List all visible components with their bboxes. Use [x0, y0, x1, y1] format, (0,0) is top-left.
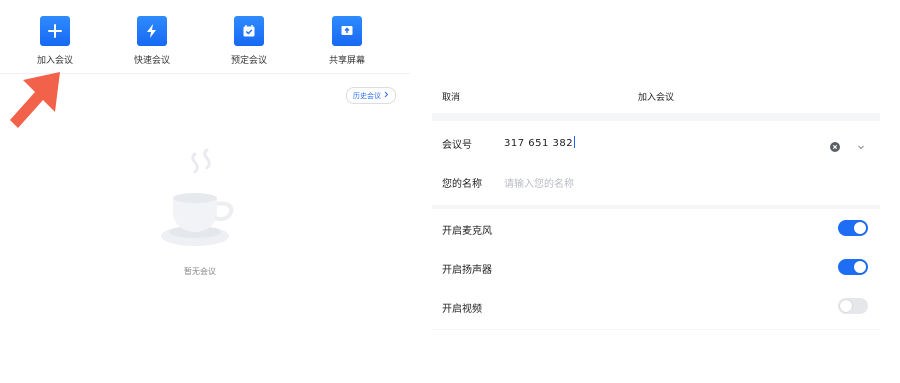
share-screen-button[interactable]: 共享屏幕 — [317, 16, 377, 66]
schedule-meeting-button[interactable]: 预定会议 — [219, 16, 279, 66]
coffee-cup-icon — [155, 148, 245, 262]
display-name-label: 您的名称 — [442, 179, 482, 190]
display-name-input[interactable]: 请输入您的名称 — [504, 175, 574, 190]
toggle-knob — [854, 222, 866, 234]
toggle-row-microphone: 开启麦克风 — [432, 209, 880, 247]
meeting-id-row: 会议号 317 651 382 — [432, 123, 880, 161]
media-options-card: 开启麦克风 开启扬声器 开启视频 — [432, 209, 880, 329]
chevron-down-icon[interactable] — [856, 137, 866, 150]
panel-header: 加入会议 取消 — [432, 77, 880, 113]
meeting-id-input[interactable]: 317 651 382 — [504, 136, 576, 149]
calendar-check-icon — [234, 16, 264, 46]
join-meeting-label: 加入会议 — [36, 56, 73, 66]
video-toggle-label: 开启视频 — [442, 304, 482, 315]
panel-title: 加入会议 — [637, 93, 674, 103]
clear-icon[interactable] — [830, 137, 840, 152]
quick-meeting-button[interactable]: 快速会议 — [122, 16, 182, 66]
empty-state-text: 暂无会议 — [184, 267, 216, 276]
video-toggle[interactable] — [838, 298, 868, 314]
action-toolbar: 加入会议 快速会议 预定会议 共享屏幕 — [0, 0, 410, 72]
toggle-knob — [854, 261, 866, 273]
meeting-id-label: 会议号 — [442, 140, 472, 151]
history-meetings-label: 历史会议 — [353, 91, 381, 100]
display-name-row: 您的名称 请输入您的名称 — [432, 162, 880, 200]
share-screen-icon — [332, 16, 362, 46]
share-screen-label: 共享屏幕 — [328, 56, 365, 66]
microphone-toggle[interactable] — [838, 220, 868, 236]
toggle-row-speaker: 开启扬声器 — [432, 248, 880, 286]
history-meetings-button[interactable]: 历史会议 — [346, 87, 396, 104]
text-caret — [574, 136, 576, 148]
meeting-home-panel: 加入会议 快速会议 预定会议 共享屏幕 历史会议 暂无会议 — [0, 0, 410, 383]
plus-icon — [40, 16, 70, 46]
quick-meeting-label: 快速会议 — [133, 56, 170, 66]
microphone-toggle-label: 开启麦克风 — [442, 226, 492, 237]
toggle-knob — [840, 300, 852, 312]
cancel-button[interactable]: 取消 — [442, 90, 460, 103]
join-meeting-button[interactable]: 加入会议 — [25, 16, 85, 66]
annotation-arrow-icon — [6, 70, 66, 136]
join-meeting-panel: 加入会议 取消 会议号 317 651 382 您的名称 请输入您的名称 开启麦… — [432, 77, 880, 330]
chevron-right-icon — [384, 91, 389, 100]
meeting-id-value: 317 651 382 — [504, 138, 574, 149]
toggle-row-video: 开启视频 — [432, 287, 880, 325]
meeting-info-card: 会议号 317 651 382 您的名称 请输入您的名称 — [432, 121, 880, 205]
speaker-toggle-label: 开启扬声器 — [442, 265, 492, 276]
speaker-toggle[interactable] — [838, 259, 868, 275]
schedule-meeting-label: 预定会议 — [230, 56, 267, 66]
lightning-icon — [137, 16, 167, 46]
